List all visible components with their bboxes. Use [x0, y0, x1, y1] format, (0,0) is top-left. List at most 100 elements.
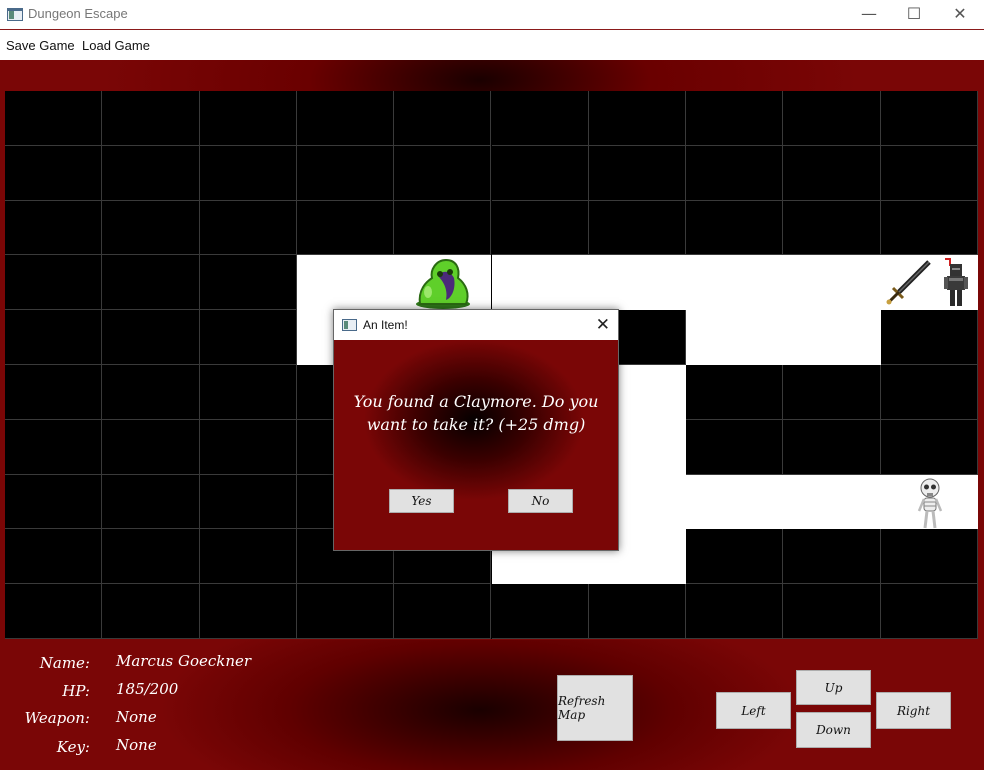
- wall-tile: [686, 200, 784, 256]
- window-title: Dungeon Escape: [28, 6, 128, 21]
- wall-tile: [5, 419, 103, 475]
- wall-tile: [5, 474, 103, 530]
- menu-bar: Save Game Load Game: [0, 30, 984, 60]
- app-icon: [7, 8, 23, 21]
- slime-monster-icon: [416, 258, 470, 309]
- key-label: Key:: [56, 738, 90, 756]
- wall-tile: [199, 584, 297, 639]
- wall-tile: [5, 200, 103, 256]
- wall-tile: [491, 584, 589, 639]
- wall-tile: [588, 584, 687, 639]
- wall-tile: [102, 145, 200, 201]
- floor-tile: [296, 255, 395, 311]
- wall-tile: [686, 419, 784, 475]
- dialog-body: You found a Claymore. Do you want to tak…: [334, 340, 618, 550]
- wall-tile: [199, 255, 297, 311]
- wall-tile: [102, 91, 200, 146]
- wall-tile: [5, 310, 103, 365]
- wall-tile: [296, 200, 395, 256]
- wall-tile: [686, 529, 784, 585]
- wall-tile: [880, 200, 978, 256]
- minimize-button[interactable]: —: [846, 0, 892, 30]
- wall-tile: [588, 91, 687, 146]
- wall-tile: [5, 145, 103, 201]
- wall-tile: [199, 365, 297, 420]
- dialog-message: You found a Claymore. Do you want to tak…: [353, 392, 599, 434]
- wall-tile: [491, 91, 589, 146]
- player-knight-icon: [944, 258, 968, 306]
- wall-tile: [394, 584, 492, 639]
- no-button[interactable]: No: [508, 489, 573, 513]
- wall-tile: [880, 310, 978, 365]
- wall-tile: [296, 91, 395, 146]
- wall-tile: [783, 365, 881, 420]
- wall-tile: [199, 474, 297, 530]
- wall-tile: [783, 145, 881, 201]
- wall-tile: [199, 310, 297, 365]
- floor-tile: [783, 474, 881, 530]
- hp-label: HP:: [62, 682, 90, 700]
- wall-tile: [880, 584, 978, 639]
- claymore-sword-icon: [886, 260, 931, 305]
- wall-tile: [588, 200, 687, 256]
- floor-tile: [686, 255, 784, 311]
- wall-tile: [783, 584, 881, 639]
- wall-tile: [880, 529, 978, 585]
- close-window-button[interactable]: ✕: [937, 0, 983, 30]
- player-key: None: [116, 736, 157, 754]
- floor-tile: [783, 255, 881, 311]
- wall-tile: [199, 200, 297, 256]
- wall-tile: [5, 584, 103, 639]
- title-bar: Dungeon Escape — ☐ ✕: [0, 0, 984, 30]
- wall-tile: [199, 145, 297, 201]
- floor-tile: [588, 255, 687, 311]
- yes-button[interactable]: Yes: [389, 489, 454, 513]
- dialog-title-bar: An Item! ✕: [334, 310, 618, 340]
- move-up-button[interactable]: Up: [796, 670, 871, 705]
- refresh-map-button[interactable]: Refresh Map: [557, 675, 633, 741]
- wall-tile: [783, 529, 881, 585]
- item-dialog: An Item! ✕ You found a Claymore. Do you …: [333, 309, 619, 551]
- wall-tile: [102, 255, 200, 311]
- wall-tile: [686, 365, 784, 420]
- dialog-app-icon: [342, 319, 357, 331]
- menu-save-game[interactable]: Save Game: [6, 38, 75, 53]
- name-label: Name:: [39, 654, 90, 672]
- wall-tile: [102, 474, 200, 530]
- player-hp: 185/200: [116, 680, 179, 698]
- close-icon[interactable]: ✕: [596, 315, 610, 335]
- wall-tile: [491, 145, 589, 201]
- player-weapon: None: [116, 708, 157, 726]
- floor-tile: [783, 310, 881, 365]
- wall-tile: [880, 419, 978, 475]
- wall-tile: [296, 584, 395, 639]
- wall-tile: [199, 529, 297, 585]
- wall-tile: [102, 200, 200, 256]
- wall-tile: [783, 200, 881, 256]
- dialog-title: An Item!: [363, 318, 408, 332]
- floor-tile: [491, 255, 589, 311]
- wall-tile: [199, 419, 297, 475]
- move-down-button[interactable]: Down: [796, 712, 871, 748]
- move-left-button[interactable]: Left: [716, 692, 791, 729]
- wall-tile: [686, 145, 784, 201]
- floor-tile: [686, 474, 784, 530]
- wall-tile: [102, 365, 200, 420]
- move-right-button[interactable]: Right: [876, 692, 951, 729]
- wall-tile: [686, 91, 784, 146]
- menu-load-game[interactable]: Load Game: [82, 38, 150, 53]
- wall-tile: [394, 91, 492, 146]
- maximize-button[interactable]: ☐: [891, 0, 937, 30]
- wall-tile: [880, 145, 978, 201]
- wall-tile: [102, 529, 200, 585]
- wall-tile: [102, 310, 200, 365]
- wall-tile: [491, 200, 589, 256]
- player-name: Marcus Goeckner: [116, 652, 252, 670]
- weapon-label: Weapon:: [24, 709, 90, 727]
- wall-tile: [588, 145, 687, 201]
- wall-tile: [880, 91, 978, 146]
- wall-tile: [102, 584, 200, 639]
- wall-tile: [296, 145, 395, 201]
- skeleton-enemy-icon: [917, 478, 943, 529]
- wall-tile: [5, 91, 103, 146]
